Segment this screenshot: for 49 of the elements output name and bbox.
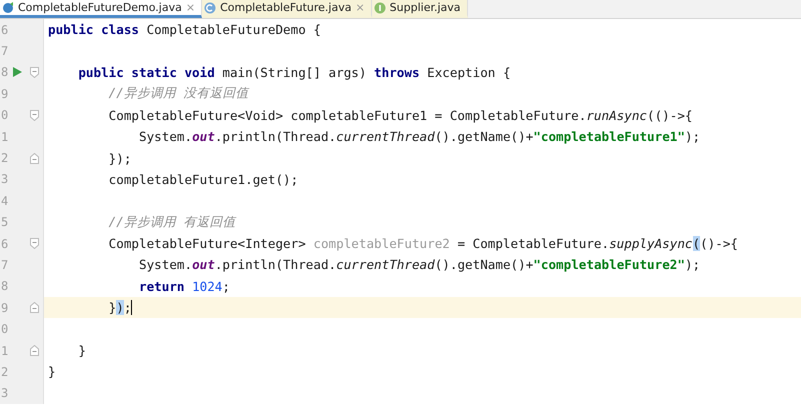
fold-icon[interactable] <box>30 302 39 314</box>
line-number: 0 <box>1 322 9 336</box>
fold-icon[interactable] <box>30 345 39 356</box>
line-number: 8 <box>1 65 9 80</box>
code-line: //异步调用 有返回值 <box>108 214 236 231</box>
fold-icon[interactable] <box>30 66 39 78</box>
code-line: System.out.println(Thread.currentThread().getName()+"completableFuture2"); <box>138 257 700 272</box>
code-line: completableFuture1.get(); <box>108 172 298 187</box>
code-line: CompletableFuture<Integer> completableFuture2 = CompletableFuture.supplyAsync(()->{ <box>108 236 738 252</box>
code-line: } <box>77 343 86 358</box>
tab-label: Supplier.java <box>390 1 461 14</box>
line-number: 0 <box>1 108 9 122</box>
tab-label: CompletableFuture.java <box>220 1 352 14</box>
fold-icon[interactable] <box>30 238 39 250</box>
code-line: } <box>48 364 56 380</box>
fold-icon[interactable] <box>30 110 39 121</box>
code-line: }); <box>108 300 132 316</box>
line-number: 9 <box>1 300 9 315</box>
class-icon <box>204 2 216 14</box>
line-number: 1 <box>1 344 9 358</box>
fold-icon[interactable] <box>30 152 39 164</box>
line-number: 7 <box>1 44 9 58</box>
code-line: CompletableFuture<Void> completableFuture1 = CompletableFuture.runAsync(()->{ <box>108 108 692 123</box>
line-number: 7 <box>1 258 9 272</box>
line-number: 5 <box>1 215 9 230</box>
line-number: 8 <box>1 279 9 294</box>
code-line: public class CompletableFutureDemo { <box>48 22 321 38</box>
line-number: 3 <box>1 386 9 400</box>
line-number: 2 <box>1 151 9 166</box>
line-number: 6 <box>1 236 9 251</box>
text-caret <box>131 300 132 316</box>
run-icon[interactable] <box>12 67 22 78</box>
line-number: 1 <box>1 130 9 144</box>
line-number: 4 <box>1 194 9 208</box>
line-number: 3 <box>1 172 9 186</box>
line-number: 6 <box>1 22 9 37</box>
code-line: //异步调用 没有返回值 <box>108 85 248 102</box>
file-tab[interactable]: Supplier.java <box>372 0 468 18</box>
tab-label: CompletableFutureDemo.java <box>18 1 182 14</box>
code-line: return 1024; <box>138 278 230 294</box>
line-number: 2 <box>1 364 9 379</box>
interface-icon <box>374 2 386 14</box>
java-class-icon <box>2 2 14 14</box>
line-number: 9 <box>1 86 9 101</box>
code-line: }); <box>108 150 132 166</box>
code-line: System.out.println(Thread.currentThread().getName()+"completableFuture1"); <box>138 129 700 144</box>
code-line: public static void main(String[] args) throws Exception { <box>77 64 511 80</box>
file-tab[interactable]: CompletableFutureDemo.java × <box>0 0 202 18</box>
file-tab[interactable]: CompletableFuture.java × <box>202 0 372 18</box>
